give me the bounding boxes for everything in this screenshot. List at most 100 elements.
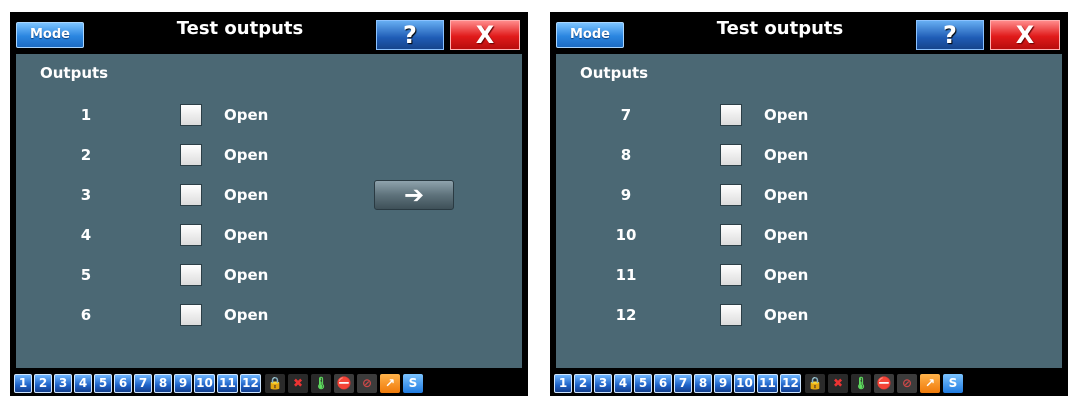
output-row: 3 Open	[16, 182, 316, 210]
title-bar: Mode Test outputs ? X	[10, 12, 528, 52]
help-button[interactable]: ?	[916, 20, 984, 50]
page-title: Test outputs	[716, 18, 844, 39]
output-state: Open	[764, 226, 809, 244]
output-checkbox[interactable]	[180, 264, 202, 286]
channel-button-3[interactable]: 3	[594, 374, 612, 393]
output-row: 10 Open	[556, 222, 856, 250]
output-row: 5 Open	[16, 262, 316, 290]
output-number: 3	[80, 186, 92, 204]
output-state: Open	[224, 226, 269, 244]
no-chart-icon[interactable]: ⊘	[897, 374, 917, 393]
output-number: 2	[80, 146, 92, 164]
output-checkbox[interactable]	[720, 304, 742, 326]
no-link-icon[interactable]: ⛔	[334, 374, 354, 393]
output-checkbox[interactable]	[180, 144, 202, 166]
close-button[interactable]: X	[450, 20, 520, 50]
no-chart-icon[interactable]: ⊘	[357, 374, 377, 393]
channel-button-2[interactable]: 2	[574, 374, 592, 393]
channel-button-9[interactable]: 9	[714, 374, 732, 393]
section-label: Outputs	[580, 64, 649, 82]
output-number: 11	[615, 266, 637, 284]
channel-button-6[interactable]: 6	[654, 374, 672, 393]
thermometer-icon[interactable]: 🌡	[851, 374, 871, 393]
output-row: 11 Open	[556, 262, 856, 290]
thermometer-icon[interactable]: 🌡	[311, 374, 331, 393]
channel-button-6[interactable]: 6	[114, 374, 132, 393]
output-state: Open	[224, 306, 269, 324]
channel-button-12[interactable]: 12	[240, 374, 261, 393]
output-state: Open	[224, 186, 269, 204]
channel-button-7[interactable]: 7	[674, 374, 692, 393]
no-arrows-icon[interactable]: ✖	[828, 374, 848, 393]
channel-button-5[interactable]: 5	[634, 374, 652, 393]
lock-icon[interactable]: 🔒	[805, 374, 825, 393]
channel-button-2[interactable]: 2	[34, 374, 52, 393]
channel-button-10[interactable]: 10	[194, 374, 215, 393]
outputs-panel: Outputs 7 Open 8 Open 9 Open 10 Open 11 …	[556, 54, 1062, 368]
output-checkbox[interactable]	[720, 224, 742, 246]
mode-button[interactable]: Mode	[16, 22, 84, 48]
channel-button-12[interactable]: 12	[780, 374, 801, 393]
output-state: Open	[224, 106, 269, 124]
channel-button-11[interactable]: 11	[217, 374, 238, 393]
channel-button-8[interactable]: 8	[694, 374, 712, 393]
output-row: 9 Open	[556, 182, 856, 210]
screen-left: Mode Test outputs ? X Outputs 1 Open 2 O…	[10, 12, 528, 396]
output-number: 12	[615, 306, 637, 324]
output-state: Open	[224, 146, 269, 164]
output-row: 7 Open	[556, 102, 856, 130]
arrow-up-right-icon[interactable]: ↗	[920, 374, 940, 393]
output-state: Open	[764, 106, 809, 124]
channel-button-1[interactable]: 1	[14, 374, 32, 393]
output-number: 7	[620, 106, 632, 124]
output-checkbox[interactable]	[180, 184, 202, 206]
output-state: Open	[764, 146, 809, 164]
output-state: Open	[764, 306, 809, 324]
channel-button-11[interactable]: 11	[757, 374, 778, 393]
mode-button[interactable]: Mode	[556, 22, 624, 48]
channel-button-5[interactable]: 5	[94, 374, 112, 393]
screen-right: Mode Test outputs ? X Outputs 7 Open 8 O…	[550, 12, 1068, 396]
output-state: Open	[764, 186, 809, 204]
output-number: 4	[80, 226, 92, 244]
output-row: 2 Open	[16, 142, 316, 170]
channel-button-3[interactable]: 3	[54, 374, 72, 393]
output-checkbox[interactable]	[720, 264, 742, 286]
s-icon[interactable]: S	[403, 374, 423, 393]
output-state: Open	[224, 266, 269, 284]
output-checkbox[interactable]	[720, 184, 742, 206]
page-title: Test outputs	[176, 18, 304, 39]
lock-icon[interactable]: 🔒	[265, 374, 285, 393]
no-arrows-icon[interactable]: ✖	[288, 374, 308, 393]
no-link-icon[interactable]: ⛔	[874, 374, 894, 393]
output-number: 9	[620, 186, 632, 204]
channel-button-10[interactable]: 10	[734, 374, 755, 393]
title-bar: Mode Test outputs ? X	[550, 12, 1068, 52]
channel-button-4[interactable]: 4	[74, 374, 92, 393]
channel-button-7[interactable]: 7	[134, 374, 152, 393]
output-state: Open	[764, 266, 809, 284]
output-row: 4 Open	[16, 222, 316, 250]
s-icon[interactable]: S	[943, 374, 963, 393]
arrow-up-right-icon[interactable]: ↗	[380, 374, 400, 393]
output-checkbox[interactable]	[180, 104, 202, 126]
close-button[interactable]: X	[990, 20, 1060, 50]
channel-button-4[interactable]: 4	[614, 374, 632, 393]
output-checkbox[interactable]	[720, 104, 742, 126]
section-label: Outputs	[40, 64, 109, 82]
output-checkbox[interactable]	[720, 144, 742, 166]
output-number: 6	[80, 306, 92, 324]
output-row: 8 Open	[556, 142, 856, 170]
channel-button-9[interactable]: 9	[174, 374, 192, 393]
help-button[interactable]: ?	[376, 20, 444, 50]
bottom-bar: 1 2 3 4 5 6 7 8 9 10 11 12 🔒 ✖ 🌡 ⛔ ⊘ ↗ S	[10, 370, 528, 396]
output-row: 12 Open	[556, 302, 856, 330]
channel-button-8[interactable]: 8	[154, 374, 172, 393]
output-number: 8	[620, 146, 632, 164]
output-checkbox[interactable]	[180, 224, 202, 246]
output-number: 10	[615, 226, 637, 244]
channel-button-1[interactable]: 1	[554, 374, 572, 393]
output-row: 6 Open	[16, 302, 316, 330]
next-page-button[interactable]: ➔	[374, 180, 454, 210]
output-checkbox[interactable]	[180, 304, 202, 326]
